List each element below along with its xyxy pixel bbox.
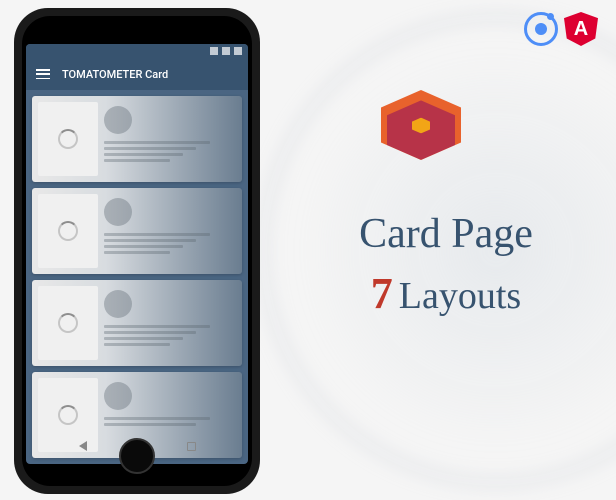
promo-text-block: Card Page 7Layouts [306,210,586,319]
placeholder-avatar [104,198,132,226]
placeholder-line [104,239,196,242]
card-content [104,286,236,360]
angular-icon: A [564,12,598,46]
signal-icon [222,47,230,55]
ionic-icon [524,12,558,46]
loading-spinner-icon [58,221,78,241]
back-icon[interactable] [79,441,87,451]
placeholder-line [104,417,210,420]
status-bar [26,44,248,58]
promo-subtitle: Layouts [399,275,521,317]
phone-screen: TOMATOMETER Card [26,44,248,464]
app-header: TOMATOMETER Card [26,58,248,90]
promo-title: Card Page [306,210,586,258]
physical-home-button[interactable] [119,438,155,474]
phone-frame: TOMATOMETER Card [14,8,260,494]
placeholder-line [104,343,170,346]
angular-shield: A [564,12,598,46]
loading-spinner-icon [58,313,78,333]
card-thumbnail [38,102,98,176]
placeholder-line [104,251,170,254]
placeholder-line [104,245,183,248]
app-title: TOMATOMETER Card [62,68,168,81]
card-content [104,194,236,268]
battery-icon [234,47,242,55]
placeholder-avatar [104,290,132,318]
placeholder-line [104,331,196,334]
placeholder-line [104,423,196,426]
phone-bezel: TOMATOMETER Card [22,16,252,486]
recents-icon[interactable] [187,442,196,451]
list-item[interactable] [32,96,242,182]
framework-icons: A [524,12,598,46]
list-item[interactable] [32,188,242,274]
placeholder-line [104,325,210,328]
placeholder-line [104,233,210,236]
angular-letter: A [574,18,588,41]
wifi-icon [210,47,218,55]
hamburger-menu-icon[interactable] [36,69,50,79]
placeholder-avatar [104,382,132,410]
promo-subtitle-row: 7Layouts [306,268,586,319]
card-thumbnail [38,194,98,268]
placeholder-line [104,153,183,156]
placeholder-line [104,141,210,144]
card-thumbnail [38,286,98,360]
placeholder-line [104,337,183,340]
placeholder-line [104,159,170,162]
placeholder-line [104,147,196,150]
list-item[interactable] [32,280,242,366]
loading-spinner-icon [58,405,78,425]
hexagon-logo [381,90,461,170]
placeholder-avatar [104,106,132,134]
promo-count: 7 [371,269,393,318]
cards-list[interactable] [26,90,248,464]
loading-spinner-icon [58,129,78,149]
card-content [104,102,236,176]
